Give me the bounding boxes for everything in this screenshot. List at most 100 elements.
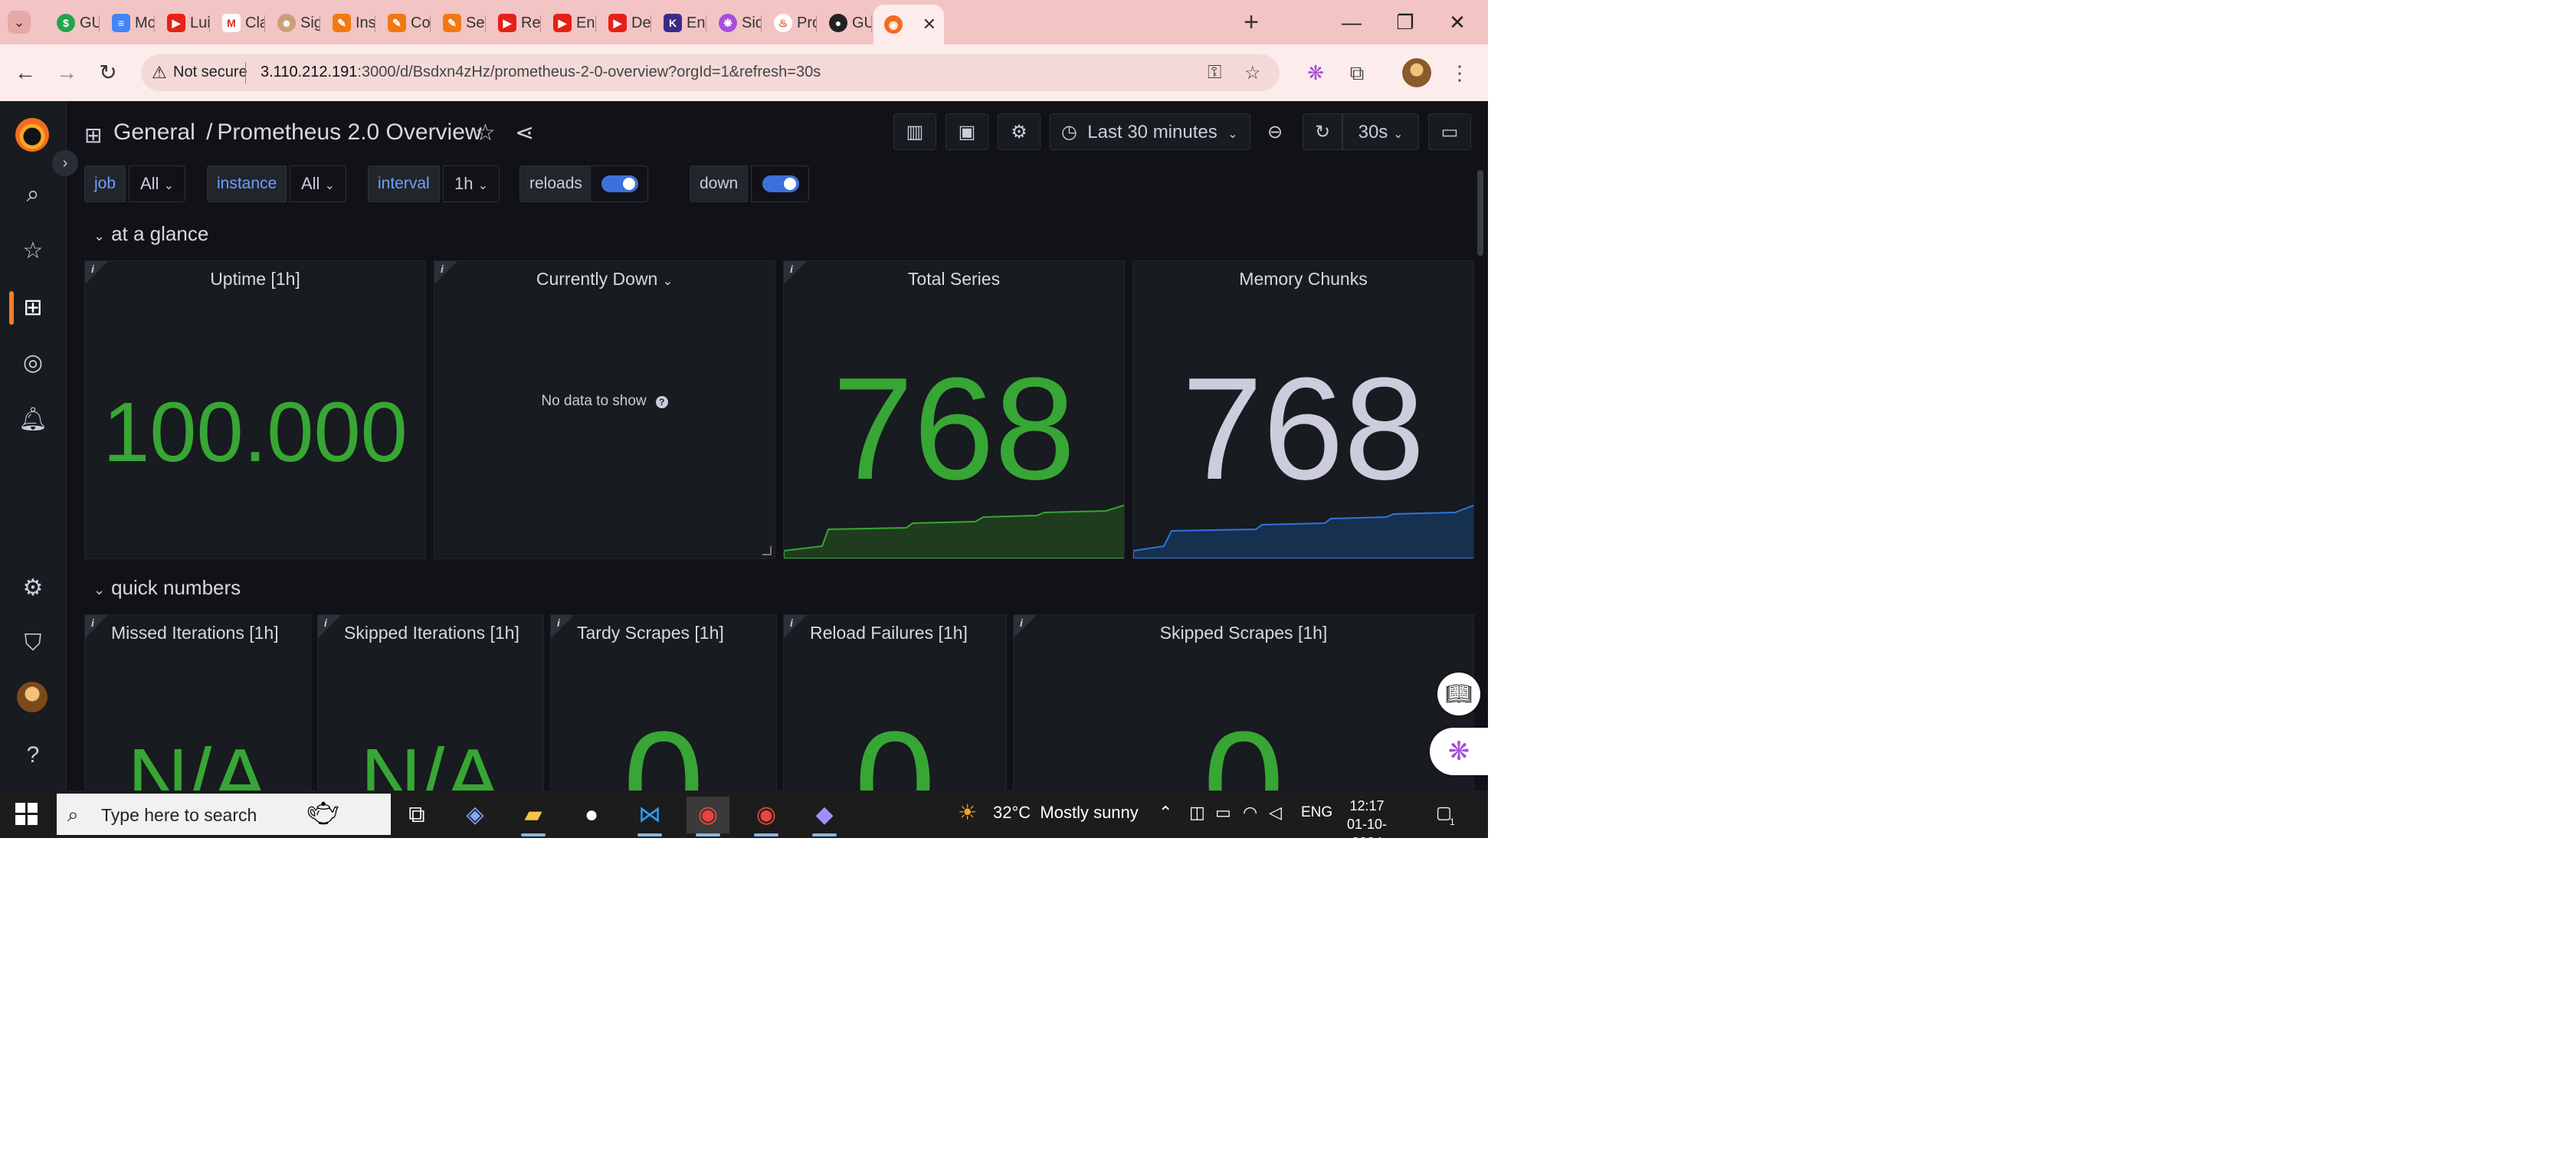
file-explorer-icon[interactable]: ▰ <box>512 797 555 836</box>
info-icon[interactable]: i <box>85 615 108 638</box>
wifi-icon[interactable]: ◠ <box>1243 803 1257 823</box>
profile-avatar[interactable] <box>1402 58 1431 87</box>
weather-sun-icon[interactable]: ☀ <box>958 800 977 825</box>
explore-compass-icon[interactable]: ◎ <box>18 348 48 378</box>
refresh-button[interactable]: ↻ <box>1303 113 1342 150</box>
toggle-down[interactable] <box>751 165 809 202</box>
row-header-at-a-glance[interactable]: ⌄ at a glance <box>93 222 208 246</box>
user-avatar[interactable] <box>17 682 48 712</box>
show-hidden-icons-chevron-icon[interactable]: ⌃ <box>1159 803 1172 823</box>
browser-tab-active[interactable]: ◉ ✕ <box>873 5 944 44</box>
forward-button[interactable]: → <box>52 58 81 87</box>
extensions-puzzle-icon[interactable]: ⧉ <box>1342 58 1372 87</box>
language-indicator[interactable]: ENG <box>1301 804 1332 821</box>
brain-extension-icon[interactable]: ❋ <box>1301 58 1330 87</box>
panel-skipped-scrapes[interactable]: i Skipped Scrapes [1h] 0 <box>1013 614 1474 814</box>
browser-tab[interactable]: ♨ Pro <box>763 6 817 40</box>
save-dashboard-button[interactable]: ▣ <box>946 113 988 150</box>
address-bar[interactable]: ⚠ Not secure 3.110.212.191:3000/d/Bsdxn4… <box>141 54 1280 91</box>
panel-title[interactable]: Currently Down ⌄ <box>434 269 775 290</box>
page-title[interactable]: Prometheus 2.0 Overview <box>217 119 481 145</box>
expand-menu-chevron-icon[interactable]: › <box>52 150 78 176</box>
panel-memory-chunks[interactable]: Memory Chunks 768 <box>1132 260 1474 559</box>
info-icon[interactable]: i <box>784 615 807 638</box>
reading-mode-book-icon[interactable]: 📖︎ <box>1437 673 1480 715</box>
panel-missed-iterations[interactable]: i Missed Iterations [1h] N/A <box>84 614 311 814</box>
panel-currently-down[interactable]: i Currently Down ⌄ No data to show? <box>434 260 775 559</box>
browser-tab[interactable]: M Cla <box>211 6 265 40</box>
app-diamond-icon[interactable]: ◆ <box>803 797 846 836</box>
browser-tab[interactable]: ▶ En <box>542 6 596 40</box>
browser-tab[interactable]: ✎ Se <box>432 6 486 40</box>
scrollbar-thumb[interactable] <box>1477 170 1483 256</box>
panel-title[interactable]: Missed Iterations [1h] <box>111 623 310 643</box>
panel-skipped-iterations[interactable]: i Skipped Iterations [1h] N/A <box>317 614 544 814</box>
close-tab-icon[interactable]: ✕ <box>923 15 936 34</box>
variable-select-interval[interactable]: 1h ⌄ <box>443 165 500 202</box>
dashboards-grid-icon[interactable]: ⊞ <box>18 293 48 323</box>
not-secure-label[interactable]: Not secure <box>173 64 247 81</box>
info-icon[interactable]: i <box>318 615 341 638</box>
panel-title[interactable]: Tardy Scrapes [1h] <box>577 623 776 643</box>
starred-icon[interactable]: ☆ <box>18 236 48 267</box>
vscode-icon[interactable]: ⋈ <box>628 797 671 836</box>
github-desktop-icon[interactable]: ● <box>570 797 613 833</box>
dashboard-settings-button[interactable]: ⚙ <box>998 113 1041 150</box>
brain-assistant-icon[interactable]: ❋ <box>1430 728 1488 775</box>
taskbar-search-box[interactable]: ⌕ Type here to search 🫖︎ <box>57 794 391 835</box>
meet-now-icon[interactable]: ◫ <box>1189 803 1205 823</box>
panel-reload-failures[interactable]: i Reload Failures [1h] 0 <box>783 614 1007 814</box>
zoom-out-button[interactable]: ⊖ <box>1257 113 1293 150</box>
help-icon[interactable]: ? <box>18 740 48 771</box>
configuration-gear-icon[interactable]: ⚙ <box>18 573 48 604</box>
server-admin-shield-icon[interactable]: ⛉ <box>18 628 48 659</box>
alerting-bell-icon[interactable]: 🔔︎ <box>18 404 48 435</box>
browser-tab[interactable]: ✎ Co <box>377 6 431 40</box>
menu-kebab-icon[interactable]: ⋮ <box>1445 58 1474 87</box>
browser-tab[interactable]: ☻ Sig <box>267 6 320 40</box>
resize-handle[interactable] <box>762 546 772 555</box>
row-header-quick-numbers[interactable]: ⌄ quick numbers <box>93 576 241 600</box>
variable-select-job[interactable]: All ⌄ <box>129 165 185 202</box>
weather-widget[interactable]: 32°C Mostly sunny <box>993 803 1139 823</box>
copilot-icon[interactable]: ◈ <box>454 797 497 833</box>
panel-title[interactable]: Memory Chunks <box>1133 269 1473 290</box>
chrome-icon[interactable]: ◉ <box>687 797 729 836</box>
browser-tab[interactable]: K En <box>653 6 706 40</box>
variable-select-instance[interactable]: All ⌄ <box>290 165 346 202</box>
share-icon[interactable]: ⋖ <box>515 119 534 146</box>
bookmark-star-icon[interactable]: ☆ <box>1244 62 1261 84</box>
browser-tab[interactable]: ❋ Sid <box>708 6 762 40</box>
search-icon[interactable]: ⌕ <box>18 179 48 210</box>
panel-title[interactable]: Skipped Iterations [1h] <box>344 623 543 643</box>
new-tab-button[interactable]: + <box>1238 9 1264 35</box>
chrome-profile-icon[interactable]: ◉ <box>745 797 788 836</box>
panel-title[interactable]: Reload Failures [1h] <box>810 623 1006 643</box>
panel-title[interactable]: Total Series <box>784 269 1124 290</box>
back-button[interactable]: ← <box>11 58 40 87</box>
browser-tab[interactable]: ▶ Lui <box>156 6 210 40</box>
panel-total-series[interactable]: i Total Series 768 <box>783 260 1125 559</box>
grafana-logo-icon[interactable] <box>15 118 49 152</box>
breadcrumb-folder[interactable]: General <box>113 119 195 145</box>
panel-uptime[interactable]: i Uptime [1h] 100.000 <box>84 260 426 559</box>
time-picker-button[interactable]: ◷ Last 30 minutes ⌄ <box>1050 113 1250 150</box>
minimize-button[interactable]: — <box>1330 8 1373 37</box>
close-window-button[interactable]: ✕ <box>1436 8 1479 37</box>
clock[interactable]: 12:1701-10-2024 <box>1336 797 1398 838</box>
restore-button[interactable]: ❐ <box>1384 8 1427 37</box>
help-circle-icon[interactable]: ? <box>655 396 668 408</box>
password-key-icon[interactable]: ⚿ <box>1208 62 1221 83</box>
url-text[interactable]: 3.110.212.191:3000/d/Bsdxn4zHz/prometheu… <box>261 64 821 81</box>
browser-tab[interactable]: $ GU <box>46 6 100 40</box>
tab-search-button[interactable]: ⌄ <box>8 11 31 34</box>
browser-tab[interactable]: ✎ Ins <box>322 6 375 40</box>
add-panel-button[interactable]: ▥ <box>893 113 936 150</box>
panel-tardy-scrapes[interactable]: i Tardy Scrapes [1h] 0 <box>550 614 777 814</box>
reload-button[interactable]: ↻ <box>93 58 123 87</box>
panel-title[interactable]: Uptime [1h] <box>85 269 425 290</box>
toggle-reloads[interactable] <box>590 165 648 202</box>
volume-icon[interactable]: ◁ <box>1269 803 1282 823</box>
browser-tab[interactable]: ▶ Re <box>487 6 541 40</box>
windows-start-icon[interactable] <box>15 803 38 826</box>
